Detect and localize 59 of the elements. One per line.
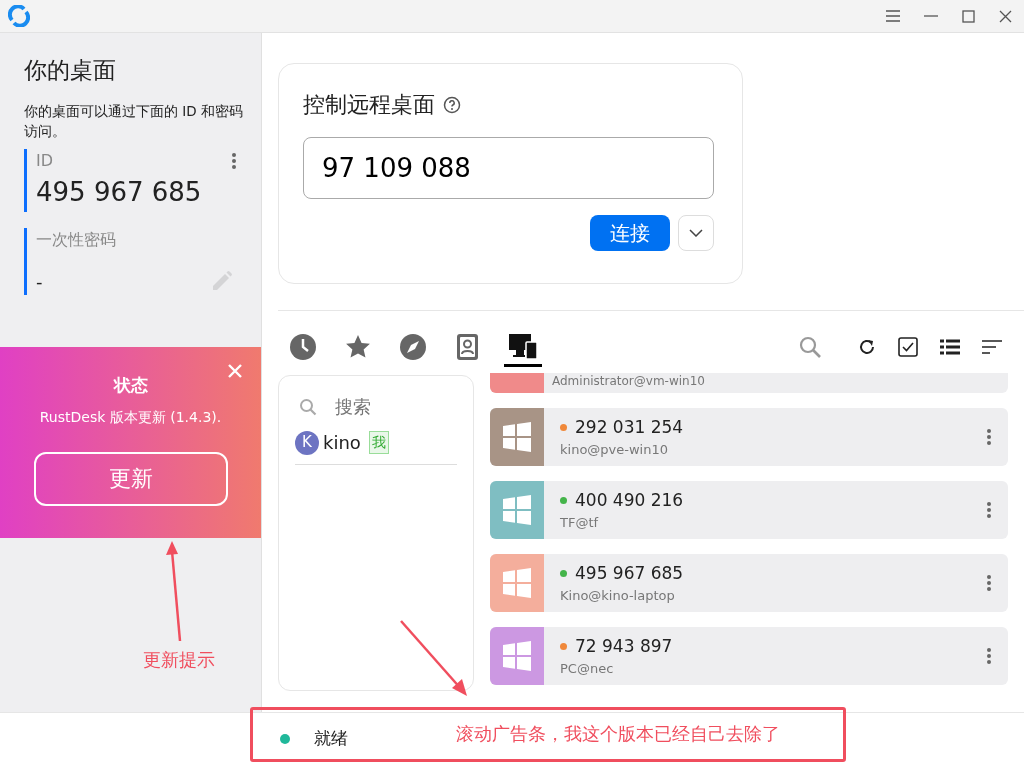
control-title: 控制远程桌面 [303, 91, 435, 119]
annotation-label: 更新提示 [143, 648, 215, 672]
user-avatar: K [295, 430, 319, 455]
search-icon [299, 397, 317, 416]
id-label: ID [36, 149, 54, 172]
search-icon[interactable] [798, 335, 822, 359]
section-title: 你的桌面 [24, 57, 117, 85]
search-field[interactable]: 搜索 [333, 392, 453, 421]
peer-id: 72 943 897 [575, 634, 673, 658]
peer-card[interactable]: 400 490 216 TF@tf [490, 481, 1008, 539]
star-icon [345, 334, 371, 360]
peer-user: kino@pve-win10 [560, 441, 669, 459]
maximize-icon[interactable] [962, 9, 975, 23]
sort-icon[interactable] [982, 340, 1002, 354]
more-icon[interactable] [986, 574, 992, 592]
id-value: 495 967 685 [36, 175, 203, 209]
menu-icon[interactable] [886, 10, 900, 22]
password-label: 一次性密码 [36, 229, 116, 249]
windows-icon [502, 568, 532, 598]
connect-button[interactable]: 连接 [590, 215, 670, 251]
peer-card[interactable]: 292 031 254 kino@pve-win10 [490, 408, 1008, 466]
peer-user: PC@nec [560, 660, 615, 678]
peer-user: Kino@kino-laptop [560, 587, 676, 605]
id-input-field[interactable]: 97 109 088 [303, 137, 714, 199]
update-message: RustDesk 版本更新 (1.4.3). [39, 407, 222, 427]
me-tag: 我 [368, 431, 389, 454]
peer-card[interactable]: 495 967 685 Kino@kino-laptop [490, 554, 1008, 612]
app-logo [8, 5, 30, 27]
chevron-down-icon [689, 229, 703, 237]
close-icon[interactable] [999, 9, 1012, 23]
help-icon[interactable] [443, 95, 461, 114]
update-title: 状态 [113, 374, 148, 397]
description: 你的桌面可以通过下面的 ID 和密码访问。 [24, 101, 244, 141]
user-name[interactable]: kino [323, 429, 361, 456]
peer-id: 292 031 254 [575, 415, 684, 439]
peer-user: TF@tf [560, 514, 600, 532]
windows-icon [502, 495, 532, 525]
more-icon[interactable] [986, 428, 992, 446]
contact-book-icon [456, 333, 480, 361]
windows-icon [502, 641, 532, 671]
peer-card[interactable]: Administrator@vm-win10 [490, 373, 1008, 393]
dropdown-button[interactable] [678, 215, 714, 251]
peer-user: Administrator@vm-win10 [551, 373, 706, 390]
peer-id: 400 490 216 [575, 488, 684, 512]
windows-icon [502, 422, 532, 452]
peer-id: 495 967 685 [575, 561, 684, 585]
peer-card[interactable]: 72 943 897 PC@nec [490, 627, 1008, 685]
status-text: 就绪 [314, 727, 348, 751]
more-icon[interactable] [986, 501, 992, 519]
compass-icon [399, 333, 427, 361]
annotation-label: 滚动广告条，我这个版本已经自己去除了 [456, 722, 780, 746]
clock-icon [289, 333, 317, 361]
list-view-icon[interactable] [940, 339, 960, 355]
devices-icon [508, 331, 538, 360]
more-icon[interactable] [986, 647, 992, 665]
refresh-icon[interactable] [858, 338, 876, 356]
checkbox-icon[interactable] [898, 337, 918, 357]
more-icon[interactable] [231, 151, 237, 170]
password-value: - [36, 269, 43, 294]
